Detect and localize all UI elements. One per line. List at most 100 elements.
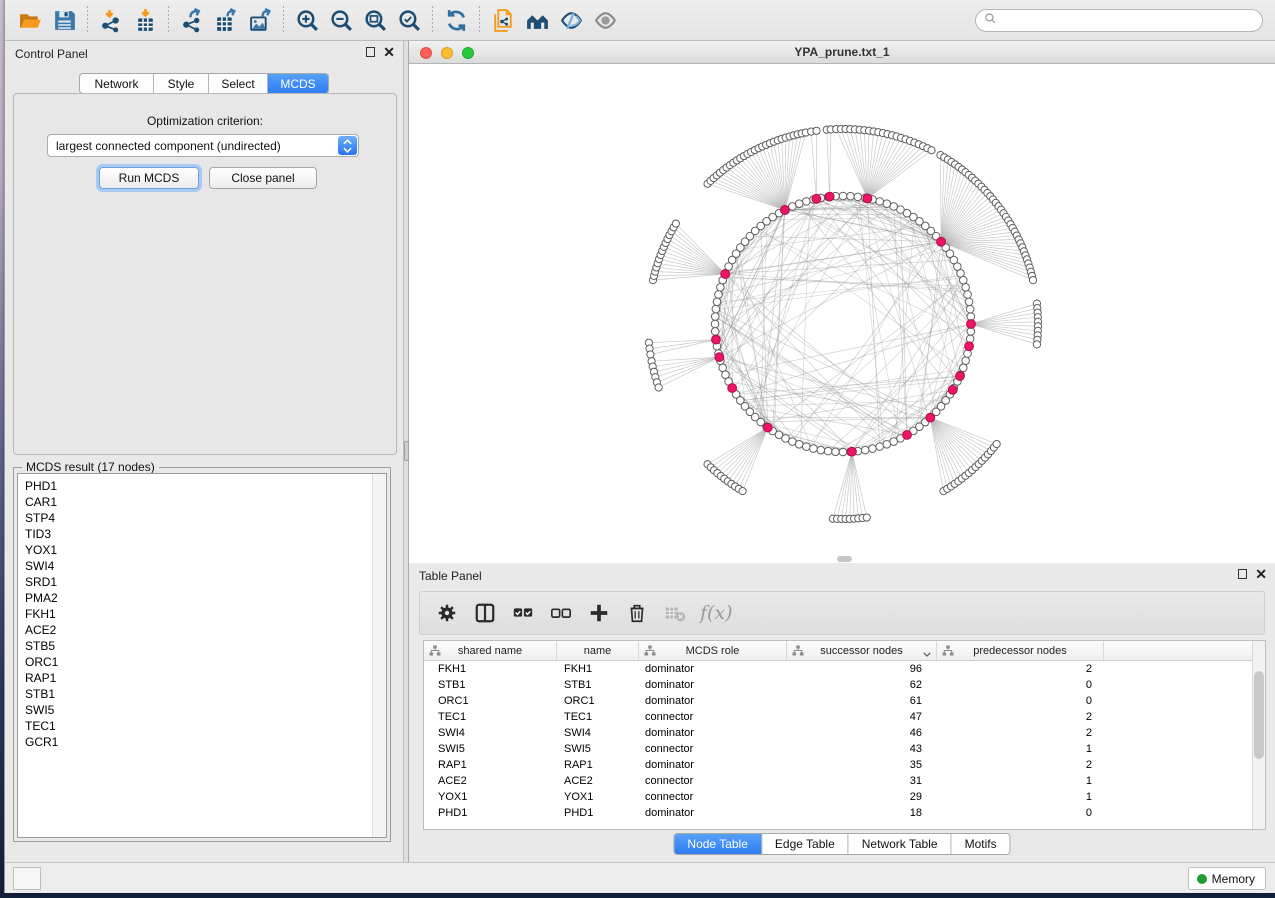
table-row[interactable]: ORC1ORC1dominator610 [424, 693, 1252, 709]
tab-network-table[interactable]: Network Table [849, 834, 952, 854]
maximize-window-icon[interactable] [462, 47, 474, 59]
network-canvas[interactable] [409, 64, 1275, 563]
search-box[interactable] [975, 9, 1263, 32]
table-cell: dominator [639, 693, 787, 709]
tab-motifs[interactable]: Motifs [952, 834, 1010, 854]
control-panel-titlebar: Control Panel ✕ [5, 41, 403, 67]
refresh-icon[interactable] [439, 5, 473, 35]
import-network-icon[interactable] [94, 5, 128, 35]
minimize-window-icon[interactable] [441, 47, 453, 59]
mcds-result-item[interactable]: FKH1 [18, 606, 371, 622]
mcds-result-item[interactable]: PMA2 [18, 590, 371, 606]
import-table-icon[interactable] [128, 5, 162, 35]
column-header-successor-nodes[interactable]: successor nodes [787, 641, 937, 660]
table-row[interactable]: SWI5SWI5connector431 [424, 741, 1252, 757]
search-input[interactable] [997, 10, 1262, 31]
mcds-result-item[interactable]: GCR1 [18, 734, 371, 750]
mcds-result-item[interactable]: STB1 [18, 686, 371, 702]
close-window-icon[interactable] [420, 47, 432, 59]
table-cell: 29 [787, 789, 937, 805]
tab-mcds[interactable]: MCDS [268, 74, 328, 93]
zoom-selected-icon[interactable] [392, 5, 426, 35]
table-scrollbar[interactable] [1252, 641, 1265, 829]
table-cell: TEC1 [557, 709, 639, 725]
close-panel-icon[interactable]: ✕ [383, 47, 395, 57]
mcds-result-item[interactable]: TID3 [18, 526, 371, 542]
task-history-button[interactable] [13, 867, 41, 890]
node-table[interactable]: shared namenameMCDS role successor nodes p… [423, 640, 1266, 830]
optimization-criterion-select[interactable]: largest connected component (undirected) [47, 134, 359, 157]
overview-icon[interactable] [520, 5, 554, 35]
hide-style-icon[interactable] [554, 5, 588, 35]
table-row[interactable]: YOX1YOX1connector291 [424, 789, 1252, 805]
mcds-result-item[interactable]: STB5 [18, 638, 371, 654]
memory-button[interactable]: Memory [1188, 867, 1266, 890]
table-row[interactable]: ACE2ACE2connector311 [424, 773, 1252, 789]
mcds-result-item[interactable]: PHD1 [18, 478, 371, 494]
tab-node-table[interactable]: Node Table [674, 834, 762, 854]
mcds-result-list[interactable]: PHD1CAR1STP4TID3YOX1SWI4SRD1PMA2FKH1ACE2… [17, 473, 387, 838]
column-header-label: successor nodes [820, 645, 903, 657]
mcds-result-item[interactable]: TEC1 [18, 718, 371, 734]
tab-style[interactable]: Style [154, 74, 209, 93]
toolbar-separator [168, 6, 169, 34]
select-all-icon[interactable] [506, 597, 540, 629]
table-tabs: Node TableEdge TableNetwork TableMotifs [673, 833, 1010, 855]
table-cell: YOX1 [424, 789, 557, 805]
export-image-icon[interactable] [243, 5, 277, 35]
show-columns-icon[interactable] [468, 597, 502, 629]
close-panel-button[interactable]: Close panel [209, 167, 317, 189]
table-row[interactable]: RAP1RAP1dominator352 [424, 757, 1252, 773]
table-row[interactable]: SWI4SWI4dominator462 [424, 725, 1252, 741]
table-row[interactable]: STB1STB1dominator620 [424, 677, 1252, 693]
tab-edge-table[interactable]: Edge Table [762, 834, 849, 854]
export-table-icon[interactable] [209, 5, 243, 35]
zoom-fit-icon[interactable] [358, 5, 392, 35]
mcds-result-item[interactable]: SWI5 [18, 702, 371, 718]
close-table-panel-icon[interactable]: ✕ [1255, 569, 1267, 579]
optimization-criterion-label: Optimization criterion: [14, 114, 396, 128]
mcds-list-scrollbar[interactable] [372, 474, 386, 837]
zoom-in-icon[interactable] [290, 5, 324, 35]
mcds-result-item[interactable]: CAR1 [18, 494, 371, 510]
delete-column-icon[interactable] [620, 597, 654, 629]
open-file-icon[interactable] [13, 5, 47, 35]
mcds-result-item[interactable]: ORC1 [18, 654, 371, 670]
table-cell: 96 [787, 661, 937, 677]
canvas-hscroll-thumb[interactable] [837, 556, 852, 562]
zoom-out-icon[interactable] [324, 5, 358, 35]
toolbar-separator [432, 6, 433, 34]
table-settings-gear-icon[interactable] [430, 597, 464, 629]
mcds-result-item[interactable]: YOX1 [18, 542, 371, 558]
tab-select[interactable]: Select [209, 74, 268, 93]
mcds-result-item[interactable]: ACE2 [18, 622, 371, 638]
table-scrollbar-thumb[interactable] [1254, 671, 1264, 759]
table-cell: ACE2 [557, 773, 639, 789]
clone-network-icon[interactable] [486, 5, 520, 35]
table-row[interactable]: TEC1TEC1connector472 [424, 709, 1252, 725]
show-eye-icon[interactable] [588, 5, 622, 35]
column-header-shared-name[interactable]: shared name [424, 641, 557, 660]
column-header-MCDS-role[interactable]: MCDS role [639, 641, 787, 660]
deselect-all-icon[interactable] [544, 597, 578, 629]
network-graph[interactable] [409, 64, 1275, 563]
tab-network[interactable]: Network [80, 74, 154, 93]
table-row[interactable]: FKH1FKH1dominator962 [424, 661, 1252, 677]
mcds-result-item[interactable]: STP4 [18, 510, 371, 526]
export-network-icon[interactable] [175, 5, 209, 35]
table-cell: 1 [937, 789, 1104, 805]
mcds-result-item[interactable]: SWI4 [18, 558, 371, 574]
run-mcds-button[interactable]: Run MCDS [99, 167, 199, 189]
float-table-panel-icon[interactable] [1238, 569, 1247, 579]
table-header-row[interactable]: shared namenameMCDS role successor nodes p… [424, 641, 1252, 661]
column-header-predecessor-nodes[interactable]: predecessor nodes [937, 641, 1104, 660]
table-row[interactable]: PHD1PHD1dominator180 [424, 805, 1252, 821]
mcds-result-item[interactable]: SRD1 [18, 574, 371, 590]
add-column-icon[interactable] [582, 597, 616, 629]
save-session-icon[interactable] [47, 5, 81, 35]
mcds-result-item[interactable]: RAP1 [18, 670, 371, 686]
column-header-name[interactable]: name [557, 641, 639, 660]
network-window-titlebar[interactable]: YPA_prune.txt_1 [409, 41, 1275, 64]
table-cell: PHD1 [424, 805, 557, 821]
float-panel-icon[interactable] [366, 47, 375, 57]
